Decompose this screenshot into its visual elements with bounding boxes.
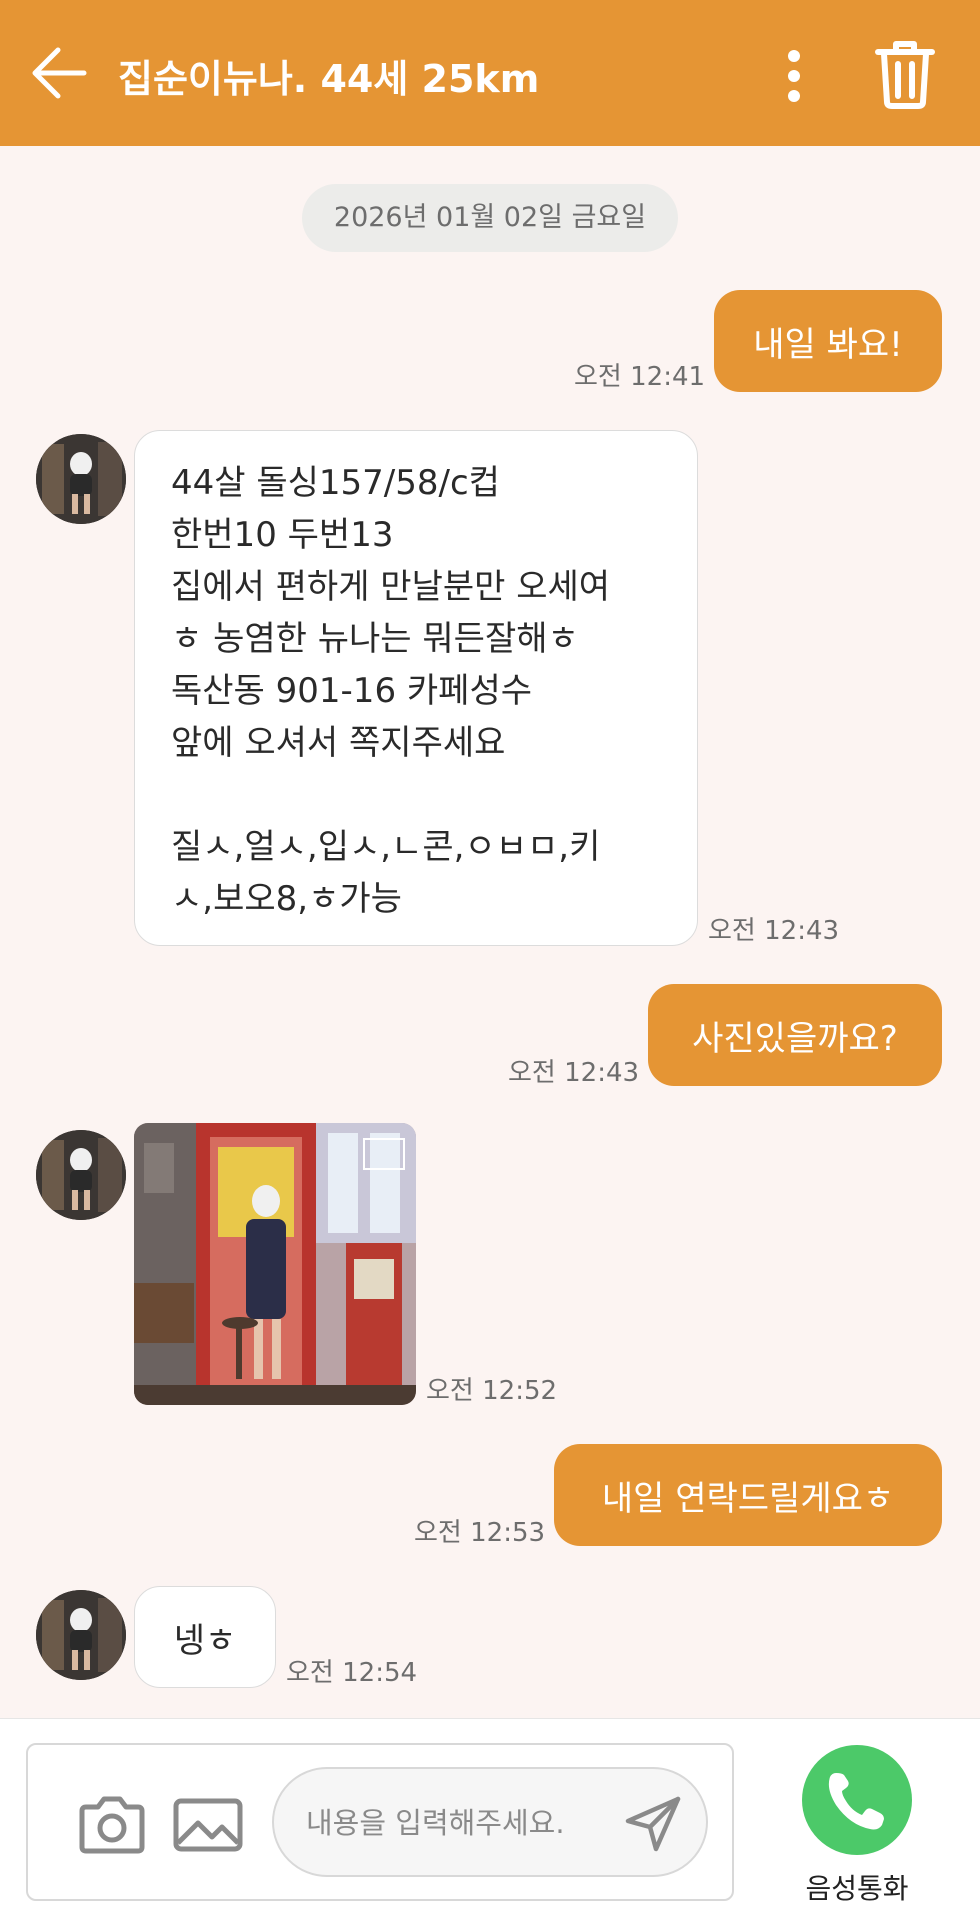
outgoing-message[interactable]: 내일 봐요! [714, 290, 942, 392]
chat-header: 집순이뉴나. 44세 25km [0, 0, 980, 146]
camera-button[interactable] [76, 1795, 148, 1855]
incoming-message[interactable]: 44살 돌싱157/58/c컵 한번10 두번13 집에서 편하게 만날분만 오… [134, 430, 698, 946]
camera-icon [79, 1796, 145, 1854]
phone-icon [828, 1773, 884, 1830]
photo-image [134, 1123, 416, 1405]
message-input-field[interactable] [272, 1767, 708, 1877]
message-time: 오전 12:52 [426, 1376, 558, 1406]
message-input[interactable] [304, 1769, 608, 1877]
photo-message[interactable] [134, 1123, 416, 1405]
message-time: 오전 12:43 [708, 916, 840, 946]
avatar-photo [36, 434, 126, 524]
message-time: 오전 12:41 [574, 362, 706, 392]
message-time: 오전 12:54 [286, 1658, 418, 1688]
message-line: 44살 돌싱157/58/c컵 [171, 463, 500, 503]
message-line: 집에서 편하게 만날분만 오세여 [171, 567, 611, 607]
back-arrow-icon [32, 47, 87, 99]
message-line: ㅅ,보오8,ㅎ가능 [171, 879, 402, 919]
message-line: 앞에 오셔서 쪽지주세요 [171, 723, 506, 763]
message-line: ㅎ 농염한 뉴나는 뭐든잘해ㅎ [171, 619, 579, 659]
trash-icon [875, 41, 935, 109]
avatar[interactable] [36, 434, 126, 524]
message-line: 독산동 901-16 카페성수 [171, 671, 533, 711]
chat-title: 집순이뉴나. 44세 25km [118, 57, 540, 101]
composer-box [26, 1743, 734, 1901]
back-button[interactable] [28, 38, 92, 108]
send-icon [625, 1796, 681, 1852]
delete-chat-button[interactable] [874, 38, 936, 110]
incoming-message[interactable]: 넹ㅎ [134, 1586, 276, 1688]
outgoing-message[interactable]: 내일 연락드릴게요ㅎ [554, 1444, 942, 1546]
message-time: 오전 12:53 [414, 1518, 546, 1548]
voice-call-button[interactable] [802, 1745, 912, 1855]
voice-call-label: 음성통화 [805, 1872, 909, 1905]
avatar[interactable] [36, 1130, 126, 1220]
more-vertical-icon [788, 50, 800, 102]
outgoing-message[interactable]: 사진있을까요? [648, 984, 942, 1086]
more-options-button[interactable] [772, 46, 816, 106]
image-button[interactable] [172, 1795, 244, 1855]
avatar[interactable] [36, 1590, 126, 1680]
message-text: 넹ㅎ [173, 1620, 237, 1661]
image-icon [173, 1798, 243, 1852]
message-time: 오전 12:43 [508, 1058, 640, 1088]
message-text: 44살 돌싱157/58/c컵 한번10 두번13 집에서 편하게 만날분만 오… [135, 431, 697, 951]
avatar-photo [36, 1130, 126, 1220]
message-line [171, 769, 661, 821]
avatar-photo [36, 1590, 126, 1680]
composer-bar: 음성통화 [0, 1718, 980, 1924]
send-button[interactable] [624, 1795, 682, 1853]
date-separator: 2026년 01월 02일 금요일 [302, 184, 678, 252]
message-line: 한번10 두번13 [171, 515, 394, 555]
message-line: 질ㅅ,얼ㅅ,입ㅅ,ㄴ콘,ㅇㅂㅁ,키 [171, 827, 601, 867]
